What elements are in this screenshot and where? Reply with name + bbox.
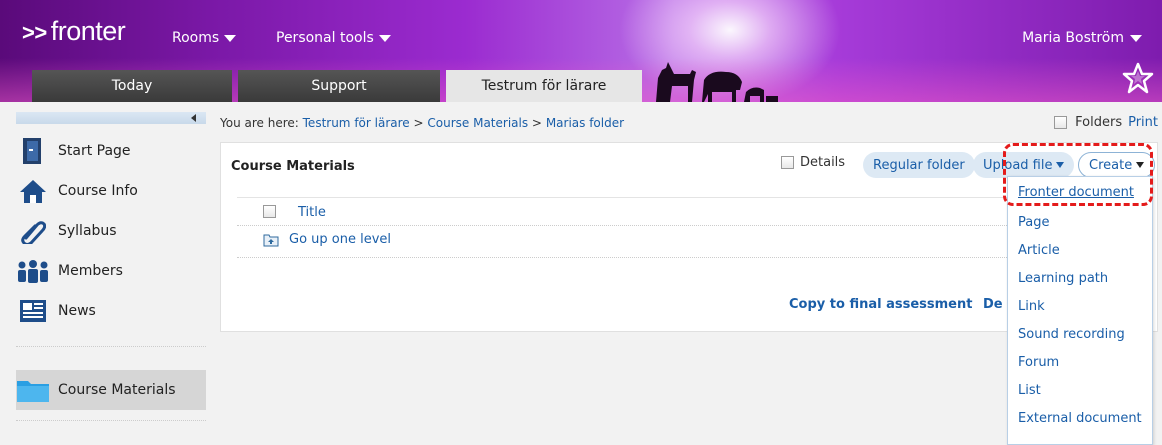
menu-item-forum[interactable]: Forum: [1018, 355, 1059, 370]
menu-item-link[interactable]: Link: [1018, 299, 1045, 314]
people-icon: [16, 256, 50, 286]
tab-support[interactable]: Support: [238, 70, 440, 102]
breadcrumb-link-course-materials[interactable]: Course Materials: [427, 116, 528, 130]
folder-up-icon[interactable]: [263, 233, 279, 247]
sidebar-item-course-info[interactable]: Course Info: [16, 172, 206, 210]
tab-today[interactable]: Today: [32, 70, 232, 102]
go-up-one-level-link[interactable]: Go up one level: [289, 232, 391, 247]
paperclip-icon: [16, 216, 50, 246]
breadcrumb-link-marias-folder[interactable]: Marias folder: [546, 116, 624, 130]
delete-link[interactable]: De: [983, 297, 1003, 312]
sidebar-item-syllabus[interactable]: Syllabus: [16, 212, 206, 250]
copy-to-final-assessment-link[interactable]: Copy to final assessment: [789, 297, 972, 312]
select-all-checkbox[interactable]: [263, 205, 276, 218]
collapse-arrow-icon: [191, 114, 196, 122]
sidebar-item-start-page[interactable]: Start Page: [16, 132, 206, 170]
door-icon: [16, 136, 50, 166]
caret-down-icon: [1130, 34, 1142, 42]
animals-silhouette-icon: [656, 62, 778, 102]
folders-toggle: Folders Print: [1054, 115, 1158, 130]
rooms-menu[interactable]: Rooms: [172, 30, 237, 46]
details-toggle: Details: [781, 155, 845, 170]
details-checkbox[interactable]: [781, 156, 794, 169]
panel-footer-actions: Copy to final assessment De: [789, 297, 1003, 312]
menu-item-article[interactable]: Article: [1018, 243, 1060, 258]
menu-item-list[interactable]: List: [1018, 383, 1041, 398]
sidebar-item-members[interactable]: Members: [16, 252, 206, 290]
folder-icon: [16, 375, 50, 405]
house-icon: [16, 176, 50, 206]
print-link[interactable]: Print: [1128, 115, 1158, 130]
panel-title: Course Materials: [231, 159, 355, 174]
folders-checkbox[interactable]: [1054, 116, 1068, 129]
tab-testrum[interactable]: Testrum för lärare: [446, 70, 642, 102]
title-column-header[interactable]: Title: [298, 205, 326, 220]
caret-down-icon: [224, 34, 237, 42]
favorite-star-icon[interactable]: [1122, 62, 1154, 94]
annotation-highlight: [1003, 143, 1153, 206]
top-banner: >> fronter Rooms Personal tools Maria Bos…: [0, 0, 1162, 102]
sidebar-item-course-materials[interactable]: Course Materials: [16, 370, 206, 410]
regular-folder-button[interactable]: Regular folder: [863, 152, 975, 178]
sidebar-item-news[interactable]: News: [16, 292, 206, 330]
menu-item-page[interactable]: Page: [1018, 215, 1049, 230]
fronter-logo[interactable]: >> fronter: [22, 16, 126, 47]
breadcrumb: You are here: Testrum för lärare > Cours…: [220, 116, 625, 130]
menu-item-learning-path[interactable]: Learning path: [1018, 271, 1108, 286]
personal-tools-menu[interactable]: Personal tools: [276, 30, 391, 46]
sidebar: Start Page Course Info Syllabus Members …: [16, 110, 206, 445]
newspaper-icon: [16, 296, 50, 326]
menu-item-external-document[interactable]: External document: [1018, 411, 1142, 426]
user-menu[interactable]: Maria Boström: [1022, 30, 1142, 46]
create-dropdown-menu: Fronter document Page Article Learning p…: [1007, 176, 1153, 445]
caret-down-icon: [378, 34, 391, 42]
collapse-sidebar-button[interactable]: [16, 112, 206, 124]
menu-item-sound-recording[interactable]: Sound recording: [1018, 327, 1125, 342]
breadcrumb-link-testrum[interactable]: Testrum för lärare: [303, 116, 410, 130]
